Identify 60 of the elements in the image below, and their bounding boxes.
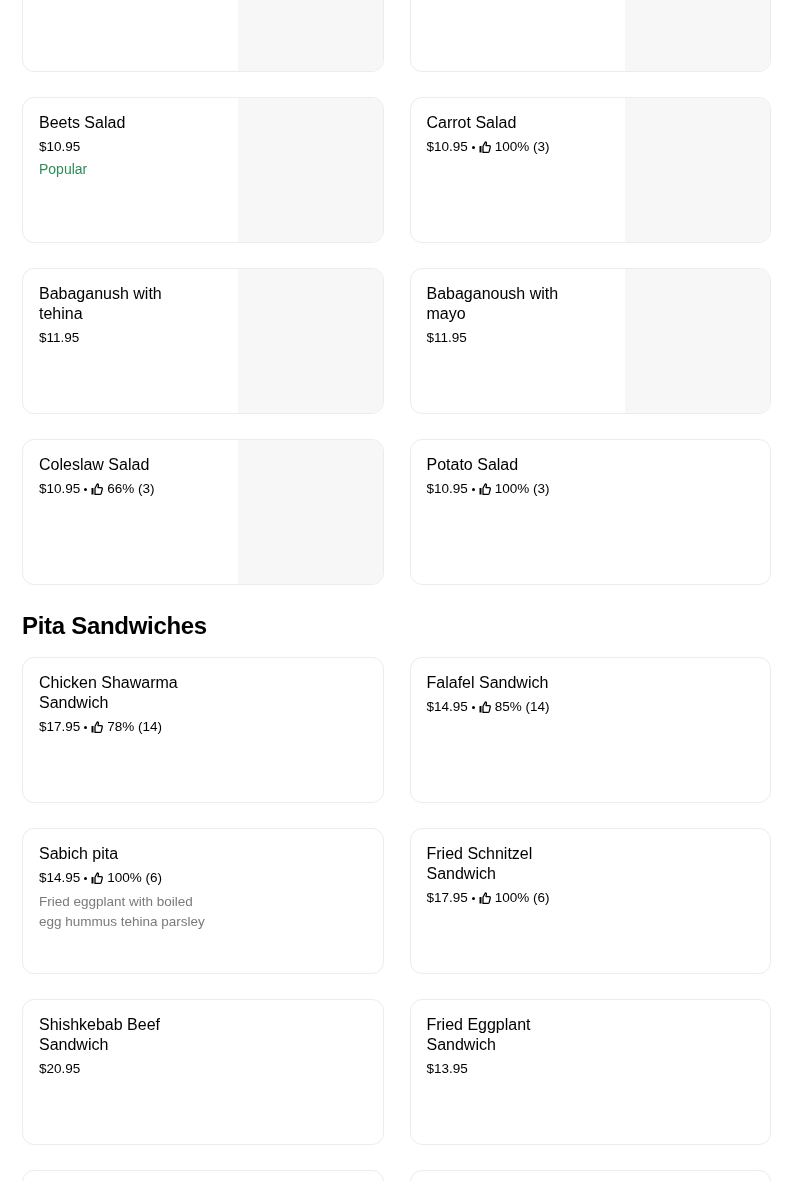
item-name: Fried Schnitzel Sandwich (426, 844, 534, 884)
item-price: $11.95 (39, 329, 80, 347)
menu-item-card[interactable]: Shishkebab Beef Sandwich $20.95 (22, 999, 384, 1145)
menu-item-card[interactable]: Carrot Salad $10.95 100% (3) (409, 97, 771, 243)
item-price: $17.95 (426, 889, 468, 907)
menu-item-card[interactable]: Babaganush with tehina $11.95 (22, 268, 384, 414)
item-rating: 66% (3) (107, 480, 155, 498)
item-name: Falafel Sandwich (426, 673, 550, 693)
separator-dot-icon (84, 876, 88, 880)
menu-item-card[interactable]: Beets Salad $10.95 Popular (22, 97, 384, 243)
item-rating: 85% (14) (494, 698, 550, 716)
item-name: Sabich pita (39, 844, 120, 864)
menu-item-card[interactable]: Potato Salad $10.95 100% (3) (409, 439, 771, 585)
thumbs-up-icon (478, 483, 491, 495)
item-name: Potato Salad (426, 455, 520, 475)
item-name: Babaganoush with mayo (426, 284, 560, 324)
item-name: Shishkebab Beef Sandwich (39, 1015, 161, 1055)
thumbs-up-icon (91, 483, 104, 495)
item-description: Fried eggplant with boiled egg hummus tehina parsley (39, 893, 206, 931)
item-name: Carrot Salad (426, 113, 518, 133)
menu-item-card[interactable]: Coleslaw Salad $10.95 66% (3) (22, 439, 384, 585)
item-rating: 100% (6) (107, 869, 163, 887)
item-rating: 78% (14) (107, 718, 163, 736)
section-heading: Pita Sandwiches (22, 611, 208, 641)
item-name: Beets Salad (39, 113, 127, 133)
menu-item-card[interactable]: Fried Schnitzel Sandwich $17.95 100% (6) (409, 828, 771, 974)
thumbs-up-icon (91, 872, 104, 884)
separator-dot-icon (471, 487, 475, 491)
item-price: $13.95 (426, 1060, 468, 1078)
separator-dot-icon (471, 896, 475, 900)
item-price: $10.95 (39, 138, 81, 156)
item-price: $14.95 (426, 698, 468, 716)
item-name: Fried Eggplant Sandwich (426, 1015, 532, 1055)
popular-label: Popular (39, 161, 88, 177)
item-name: Coleslaw Salad (39, 455, 151, 475)
item-name: Babaganush with tehina (39, 284, 163, 324)
thumbs-up-icon (478, 141, 491, 153)
item-rating: 100% (6) (494, 889, 550, 907)
thumbs-up-icon (91, 721, 104, 733)
menu-item-card[interactable]: Falafel Sandwich $14.95 85% (14) (409, 657, 771, 803)
thumbs-up-icon (478, 701, 491, 713)
item-rating: 100% (3) (494, 480, 550, 498)
item-price: $10.95 (426, 480, 468, 498)
menu-item-card[interactable]: Babaganoush with mayo $11.95 (409, 268, 771, 414)
item-name: Chicken Shawarma Sandwich (39, 673, 179, 713)
separator-dot-icon (471, 145, 475, 149)
item-price: $17.95 (39, 718, 81, 736)
menu-item-card[interactable]: Fried Eggplant Sandwich $13.95 (409, 999, 771, 1145)
item-price: $10.95 (39, 480, 81, 498)
separator-dot-icon (84, 725, 88, 729)
item-rating: 100% (3) (494, 138, 550, 156)
item-price: $10.95 (426, 138, 468, 156)
item-price: $14.95 (39, 869, 81, 887)
item-price: $20.95 (39, 1060, 81, 1078)
separator-dot-icon (471, 705, 475, 709)
thumbs-up-icon (478, 892, 491, 904)
item-price: $11.95 (426, 329, 467, 347)
separator-dot-icon (84, 487, 88, 491)
menu-item-card[interactable]: Chicken Shawarma Sandwich $17.95 78% (14) (22, 657, 384, 803)
menu-item-card[interactable]: Sabich pita $14.95 100% (6) Fried eggplant with boiled egg hummus tehina parsley (22, 828, 384, 974)
